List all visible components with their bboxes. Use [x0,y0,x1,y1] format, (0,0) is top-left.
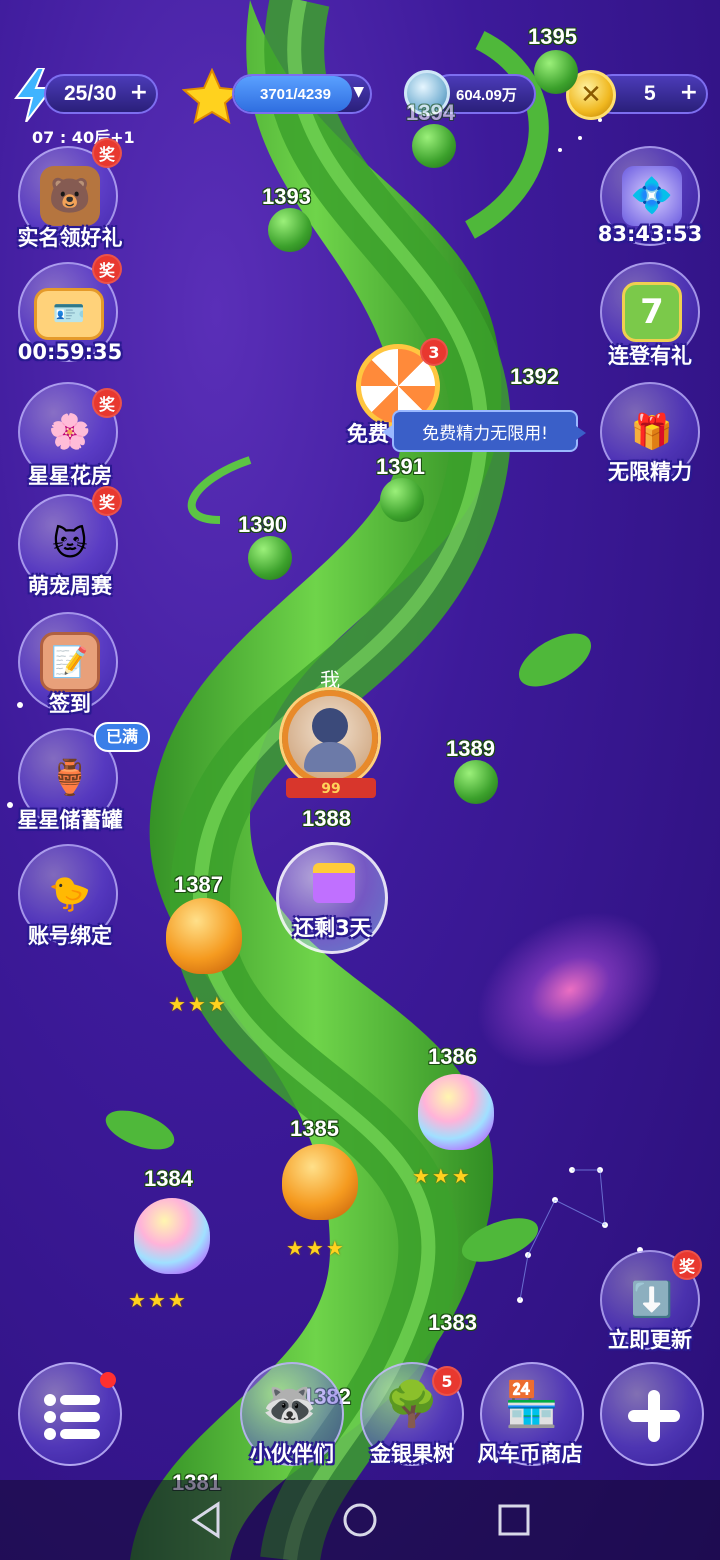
season-event-timer: 83:43:53 [597,222,703,246]
id-card-icon: 🪪 [34,288,104,340]
coin-value: 604.09万 [456,86,517,104]
home-icon[interactable] [340,1500,380,1540]
level-label: 1388 [302,806,351,831]
fruit-tree-icon: 🌳 [384,1379,439,1430]
level-stars: ★★★ [128,1288,188,1312]
level-label: 1383 [428,1310,477,1335]
list-menu-icon [44,1394,100,1440]
avatar-body-icon [304,742,356,772]
star-piggy-bank-label: 星星储蓄罐 [17,808,123,832]
level-label: 1389 [446,736,495,761]
calendar-pencil-icon: 📝 [40,632,100,692]
gold-add-icon[interactable]: + [680,80,698,105]
wheel-count-badge: 3 [420,338,448,366]
download-chick-icon: ⬇️ [630,1280,674,1320]
calendar-seven-icon: 7 [622,282,682,342]
reward-badge: 奖 [92,138,122,168]
level-label: 1385 [290,1116,339,1141]
reward-badge: 奖 [92,254,122,284]
id-card-timer-label: 00:59:35 [17,340,123,364]
level-label: 1391 [376,454,425,479]
star-flower-house-label: 星星花房 [28,464,112,488]
coin-jar-icon: 🏺 [48,758,92,798]
level-label: 1390 [238,512,287,537]
level-node[interactable] [268,208,312,252]
player-level-badge: 99 [286,778,376,798]
level-node[interactable] [412,124,456,168]
level-node-fruit[interactable] [418,1074,494,1150]
unlimited-energy-label: 无限精力 [608,460,692,484]
reward-badge: 奖 [92,388,122,418]
star-progress-value: 3701/4239 [260,85,331,103]
login-reward-label: 连登有礼 [608,344,692,368]
system-nav-bar [0,1480,720,1560]
tree-count-badge: 5 [432,1366,462,1396]
gift-box-icon [313,863,355,903]
back-icon[interactable] [186,1500,226,1540]
account-binding-label: 账号绑定 [28,924,112,948]
plus-icon [628,1390,680,1442]
level-node[interactable] [248,536,292,580]
level-label: 1395 [528,24,577,49]
player-avatar[interactable] [282,690,378,786]
gold-value: 5 [644,82,656,105]
chick-phone-icon: 🐤 [48,874,92,914]
star-progress[interactable]: 3701/4239 ▼ [232,74,372,114]
reward-badge: 奖 [92,486,122,516]
cat-icon: 🐱 [52,524,88,564]
windmill-shop-label: 风车币商店 [477,1442,583,1466]
check-in-label: 签到 [49,692,91,716]
level-node[interactable] [380,478,424,522]
energy-value: 25/30 [64,82,117,105]
player-marker-label: 我 [320,668,340,692]
crystal-shield-icon: 💠 [622,166,682,226]
shop-icon: 🏪 [504,1379,559,1430]
raccoon-icon: 🦝 [262,1379,317,1430]
gift-countdown-label: 还剩3天 [293,916,371,940]
flower-pot-icon: 🌸 [48,412,92,452]
level-node-fruit[interactable] [134,1198,210,1274]
level-label: 1384 [144,1166,193,1191]
level-label: 1393 [262,184,311,209]
recents-icon[interactable] [494,1500,534,1540]
level-node[interactable] [534,50,578,94]
free-energy-tooltip: 免费精力无限用! [382,410,586,452]
level-node[interactable] [454,760,498,804]
level-label: 1394 [406,100,455,125]
level-label: 1387 [174,872,223,897]
level-stars: ★★★ [412,1164,472,1188]
gift-drink-icon: 🎁 [630,412,674,452]
partners-label: 小伙伴们 [250,1442,334,1466]
real-name-reward-label: 实名领好礼 [17,226,123,250]
reward-badge: 奖 [672,1250,702,1280]
chevron-down-icon[interactable]: ▼ [353,84,364,100]
energy-add-icon[interactable]: + [130,80,148,105]
avatar-person-icon [312,708,348,744]
pet-weekly-contest-label: 萌宠周赛 [28,574,112,598]
level-node-fruit[interactable] [282,1144,358,1220]
level-label: 1392 [510,364,559,389]
bear-gift-icon: 🐻 [40,166,100,226]
main-menu-button[interactable] [18,1362,122,1466]
level-node-fruit[interactable] [166,898,242,974]
level-label: 1386 [428,1044,477,1069]
update-now-label: 立即更新 [608,1328,692,1352]
full-badge: 已满 [94,722,150,752]
level-stars: ★★★ [168,992,228,1016]
level-stars: ★★★ [286,1236,346,1260]
player-level: 99 [321,781,341,797]
energy-counter[interactable]: 25/30 + [44,74,158,114]
notification-dot [100,1372,116,1388]
add-button[interactable] [600,1362,704,1466]
